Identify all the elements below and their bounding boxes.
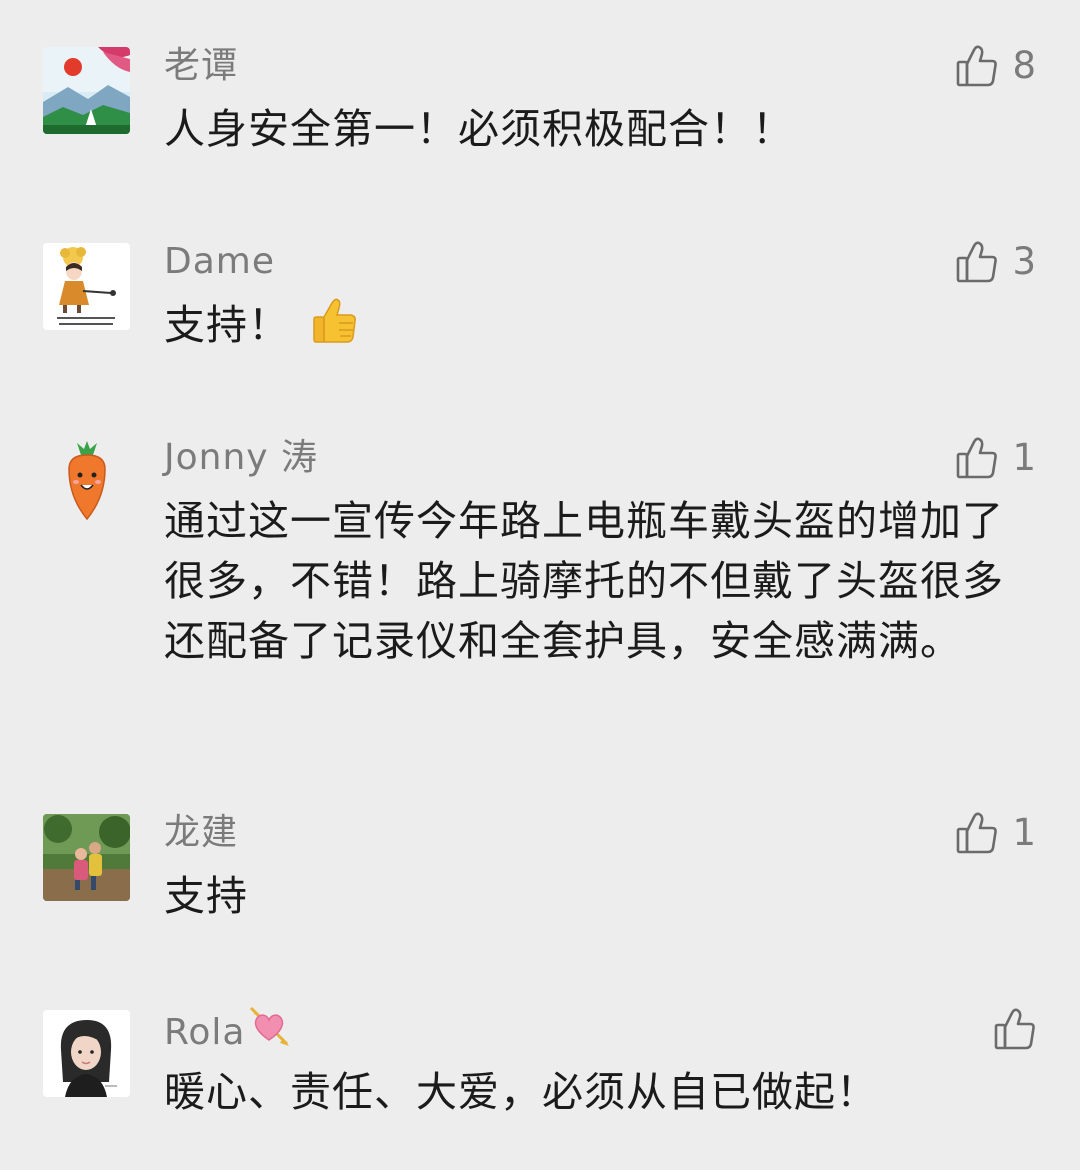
like-button[interactable]: 8 bbox=[956, 41, 1036, 91]
avatar-carrot-image bbox=[43, 439, 130, 526]
comment-text: 暖心、责任、大爱，必须从自已做起！ bbox=[164, 1068, 878, 1116]
commenter-name[interactable]: 老谭 bbox=[164, 41, 238, 91]
like-button[interactable]: 1 bbox=[956, 433, 1036, 483]
like-button[interactable] bbox=[994, 1004, 1036, 1054]
thumbs-up-icon bbox=[994, 1007, 1036, 1051]
commenter-name-text: Rola bbox=[164, 1012, 246, 1053]
comment-text: 支持 bbox=[164, 872, 248, 920]
like-count: 3 bbox=[1012, 240, 1036, 283]
commenter-name[interactable]: 龙建 bbox=[164, 808, 238, 858]
thumbs-up-emoji bbox=[310, 295, 360, 361]
commenter-name[interactable]: Rola bbox=[164, 1004, 293, 1064]
thumbs-up-icon bbox=[956, 44, 998, 88]
avatar-portrait-image bbox=[43, 1010, 130, 1097]
comment-text: 人身安全第一！必须积极配合！！ bbox=[164, 105, 794, 153]
like-count: 8 bbox=[1012, 44, 1036, 87]
thumbs-up-icon bbox=[956, 811, 998, 855]
avatar[interactable] bbox=[43, 1010, 130, 1097]
heart-arrow-emoji bbox=[247, 1004, 293, 1064]
avatar-cartoon-girl-image bbox=[43, 243, 130, 330]
commenter-name[interactable]: Jonny 涛 bbox=[164, 433, 318, 483]
commenter-name[interactable]: Dame bbox=[164, 237, 275, 287]
avatar[interactable] bbox=[43, 47, 130, 134]
avatar[interactable] bbox=[43, 243, 130, 330]
avatar[interactable] bbox=[43, 814, 130, 901]
like-button[interactable]: 1 bbox=[956, 808, 1036, 858]
comment-text: 通过这一宣传今年路上电瓶车戴头盔的增加了很多，不错！路上骑摩托的不但戴了头盔很多… bbox=[164, 497, 1004, 665]
comment-text-content: 支持！ bbox=[164, 301, 290, 349]
thumbs-up-icon bbox=[956, 240, 998, 284]
like-count: 1 bbox=[1012, 811, 1036, 854]
comment-text: 支持！ bbox=[164, 295, 1024, 361]
avatar-landscape-image bbox=[43, 47, 130, 134]
like-count: 1 bbox=[1012, 436, 1036, 479]
avatar[interactable] bbox=[43, 439, 130, 526]
avatar-photo-image bbox=[43, 814, 130, 901]
like-button[interactable]: 3 bbox=[956, 237, 1036, 287]
thumbs-up-icon bbox=[956, 436, 998, 480]
